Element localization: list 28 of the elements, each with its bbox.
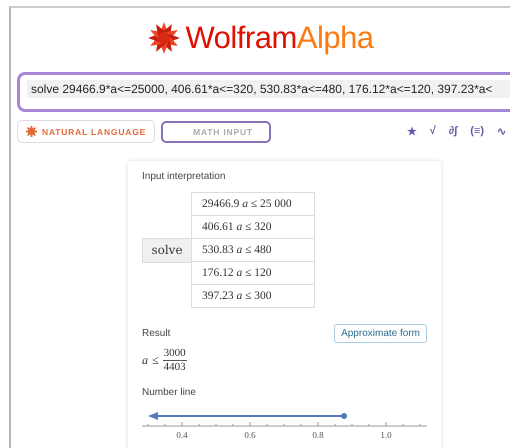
table-cell: solve xyxy=(142,238,191,262)
variable: a xyxy=(142,352,148,368)
tick-label: 0.4 xyxy=(176,430,188,440)
denominator: 4403 xyxy=(164,361,186,373)
section-title: Input interpretation xyxy=(142,171,226,182)
approximate-form-button[interactable]: Approximate form xyxy=(334,324,427,343)
search-field[interactable]: solve 29466.9*a<=25000, 406.61*a<=320, 530.83*a<=480, 176.12*a<=120, 397.23*a< xyxy=(17,72,510,112)
star-logo-icon xyxy=(147,21,182,55)
section-title: Number line xyxy=(142,387,197,398)
gear-icon xyxy=(26,126,37,137)
table-cell: 530.83 a ≤ 480 xyxy=(192,239,314,262)
table-cell-text: 397.23 a ≤ 300 xyxy=(201,289,273,304)
tick-label: 1.0 xyxy=(380,430,392,440)
table-cell: 406.61 a ≤ 320 xyxy=(192,216,314,239)
toolbar-icon[interactable]: ∂∫ xyxy=(448,125,458,138)
tick-label: 0.6 xyxy=(244,430,256,440)
relation-sign: ≤ xyxy=(152,352,159,368)
numerator: 3000 xyxy=(162,347,187,361)
section-title: Result xyxy=(142,328,170,339)
toolbar-icon[interactable]: √ xyxy=(430,125,436,138)
logo-text: WolframAlpha xyxy=(185,20,374,56)
table-cell: 29466.9 a ≤ 25 000 xyxy=(192,193,314,216)
toolbar-icon[interactable]: ★ xyxy=(406,125,417,138)
table-cell: 176.12 a ≤ 120 xyxy=(192,262,314,285)
toolbar-icon[interactable]: ∿ xyxy=(497,125,506,138)
tick-label: 0.8 xyxy=(312,430,324,440)
mode-tab[interactable]: NATURAL LANGUAGE xyxy=(17,120,156,143)
toolbar-icon[interactable]: (≡) xyxy=(470,125,484,138)
